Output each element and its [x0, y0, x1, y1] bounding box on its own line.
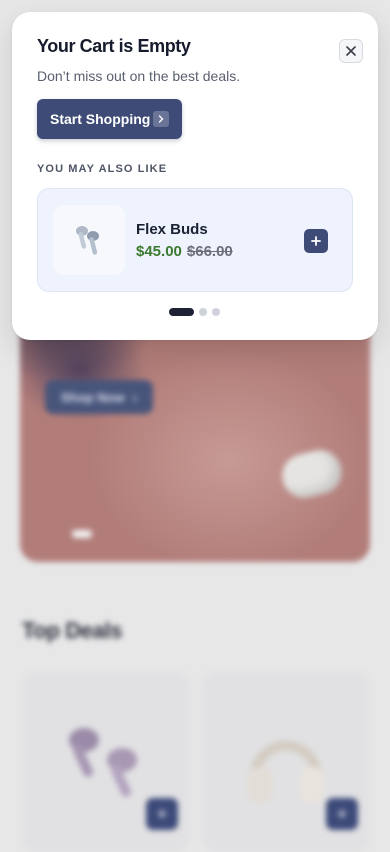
carousel-pagination: [169, 308, 220, 316]
earbuds-case-image: [277, 445, 347, 503]
product-thumbnail: [53, 205, 125, 275]
start-shopping-button[interactable]: Start Shopping: [37, 99, 182, 139]
hero-dot: [72, 530, 92, 538]
price-row: $45.00 $66.00: [136, 243, 233, 260]
plus-icon: [311, 236, 321, 246]
carousel-dot-2[interactable]: [199, 308, 207, 316]
chevron-right-icon: [153, 111, 169, 127]
top-deals-title: Top Deals: [22, 618, 122, 643]
deal-add-button: +: [326, 798, 358, 830]
product-original-price: $66.00: [186, 243, 233, 260]
carousel-dot-1[interactable]: [169, 308, 194, 316]
product-price: $45.00: [136, 243, 182, 260]
start-shopping-label: Start Shopping: [50, 111, 151, 127]
deal-card: +: [202, 672, 370, 852]
deal-card: +: [22, 672, 190, 852]
recommended-product-card[interactable]: Flex Buds $45.00 $66.00: [37, 188, 353, 292]
add-to-cart-button[interactable]: [304, 229, 328, 253]
hero-pagination: [72, 530, 92, 538]
hero-cta-label: Shop Now: [61, 389, 125, 405]
section-heading: YOU MAY ALSO LIKE: [37, 163, 168, 175]
chevron-right-icon: ›: [132, 389, 137, 405]
hero-shop-now-button: Shop Now ›: [45, 380, 153, 414]
popup-subtitle: Don’t miss out on the best deals.: [37, 68, 241, 84]
earbuds-icon: [76, 226, 99, 255]
popup-title: Your Cart is Empty: [37, 36, 191, 56]
close-icon: [346, 46, 356, 56]
carousel-dot-3[interactable]: [212, 308, 220, 316]
deal-add-button: +: [146, 798, 178, 830]
product-name: Flex Buds: [136, 221, 208, 238]
close-button[interactable]: [339, 39, 363, 63]
empty-cart-popup: Your Cart is Empty Don’t miss out on the…: [12, 12, 378, 340]
